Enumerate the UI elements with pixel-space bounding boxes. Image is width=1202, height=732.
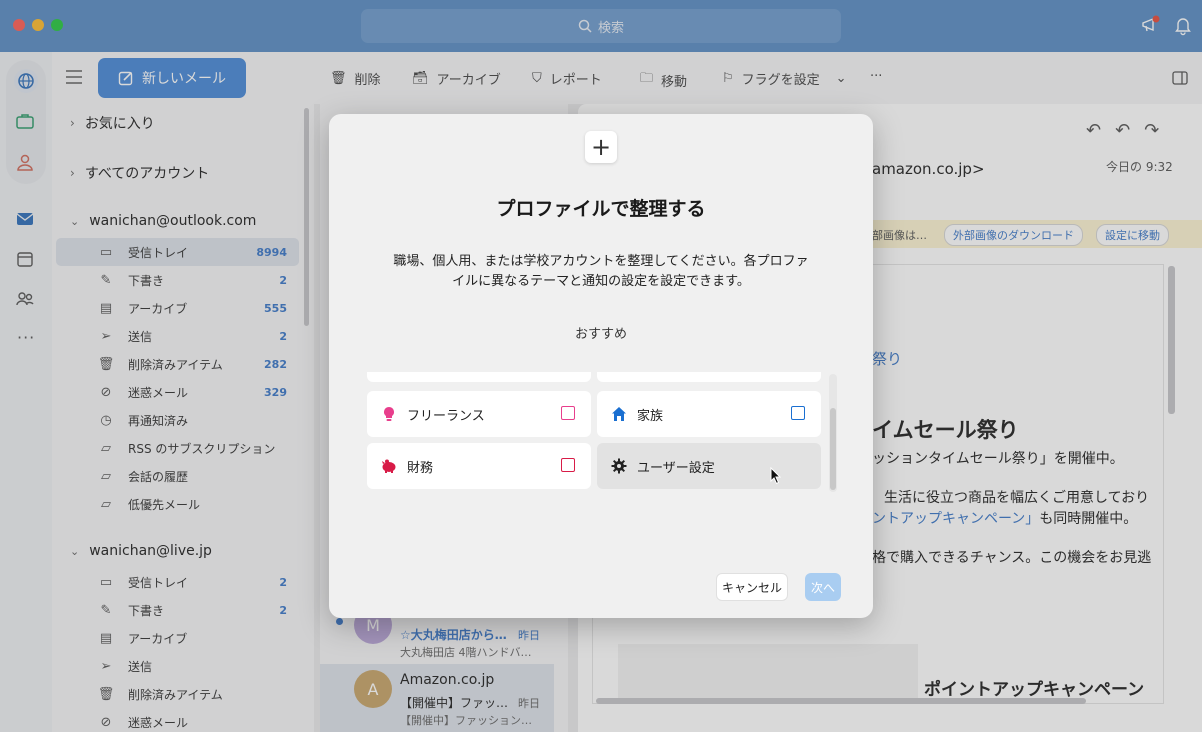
profile-card-user-settings[interactable]: ユーザー設定 bbox=[597, 443, 821, 489]
scrollbar-thumb[interactable] bbox=[830, 408, 836, 490]
card-label: ユーザー設定 bbox=[637, 460, 715, 476]
card-label: 家族 bbox=[637, 408, 664, 424]
profile-dialog: + プロファイルで整理する 職場、個人用、または学校アカウントを整理してください… bbox=[329, 114, 873, 618]
piggybank-icon bbox=[382, 459, 396, 473]
card-checkbox[interactable] bbox=[561, 406, 575, 420]
profile-cards: フリーランス 家族 財務 ユーザー設定 bbox=[367, 372, 823, 496]
cancel-button[interactable]: キャンセル bbox=[716, 573, 788, 601]
profile-card-partial[interactable] bbox=[597, 372, 821, 382]
card-label: フリーランス bbox=[407, 408, 485, 424]
profile-card-family[interactable]: 家族 bbox=[597, 391, 821, 437]
profile-card-partial[interactable] bbox=[367, 372, 591, 382]
profile-card-freelance[interactable]: フリーランス bbox=[367, 391, 591, 437]
lightbulb-icon bbox=[384, 407, 394, 421]
card-checkbox[interactable] bbox=[561, 458, 575, 472]
card-label: 財務 bbox=[407, 460, 434, 476]
next-button[interactable]: 次へ bbox=[805, 573, 841, 601]
dialog-title: プロファイルで整理する bbox=[496, 198, 706, 220]
dialog-description: 職場、個人用、または学校アカウントを整理してください。各プロファイルに異なるテー… bbox=[393, 254, 809, 289]
gear-icon bbox=[611, 458, 627, 474]
mouse-cursor-icon bbox=[770, 467, 782, 485]
recommended-label: おすすめ bbox=[574, 327, 627, 342]
add-icon: + bbox=[585, 131, 617, 163]
cards-scrollbar[interactable] bbox=[829, 374, 837, 492]
profile-card-finance[interactable]: 財務 bbox=[367, 443, 591, 489]
card-checkbox[interactable] bbox=[791, 406, 805, 420]
house-icon bbox=[612, 407, 626, 421]
